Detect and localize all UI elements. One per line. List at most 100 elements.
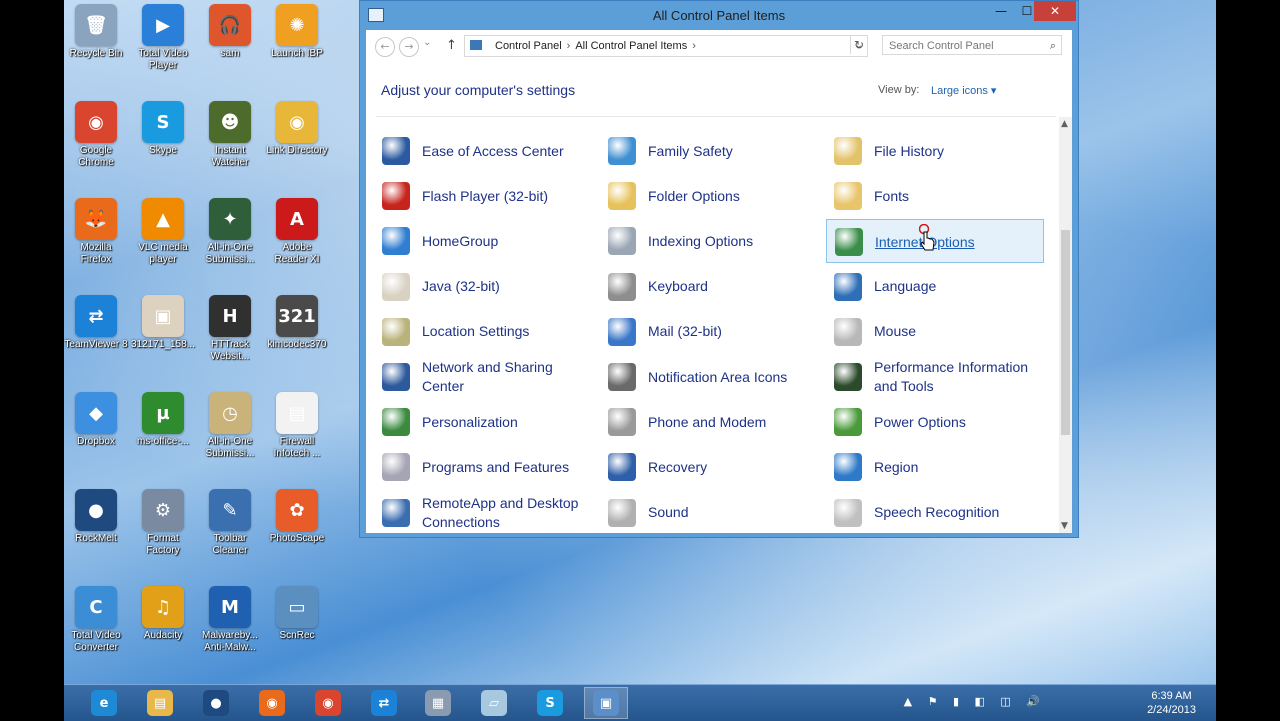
control-panel-item[interactable]: Programs and Features [374,445,592,489]
control-panel-item[interactable]: Network and Sharing Center [374,355,592,399]
clock[interactable]: 6:39 AM 2/24/2013 [1147,689,1196,717]
control-panel-item[interactable]: Power Options [826,400,1044,444]
desktop-icon[interactable]: ✦ All-in-One Submissi... [198,194,262,284]
desktop-icon[interactable]: A Adobe Reader XI [265,194,329,284]
control-panel-item[interactable]: Java (32-bit) [374,265,592,309]
desktop-icon[interactable]: 🦊 Mozilla Firefox [64,194,128,284]
folder-options-icon [608,182,636,211]
control-panel-item[interactable]: Mail (32-bit) [600,310,818,354]
control-panel-item[interactable]: Flash Player (32-bit) [374,174,592,218]
taskbar-skype-button[interactable]: S [528,687,572,719]
control-panel-item[interactable]: Region [826,445,1044,489]
desktop-icon[interactable]: ◷ All-in-One Submissi... [198,388,262,478]
system-tray-icons[interactable]: ▲ ⚑ ▮ ◧ ◫ 🔊 [904,695,1046,708]
taskbar-chrome-button[interactable]: ◉ [306,687,350,719]
taskbar-control-panel-button[interactable]: ▣ [584,687,628,719]
control-panel-item-label: Speech Recognition [874,504,1000,521]
desktop-icon[interactable]: ◉ Link Directory [265,97,329,187]
control-panel-item[interactable]: Location Settings [374,310,592,354]
control-panel-item[interactable]: Speech Recognition [826,491,1044,535]
desktop-icon[interactable]: 321 kimcodec370 [265,291,329,381]
control-panel-item[interactable]: Fonts [826,174,1044,218]
control-panel-item-label: Mail (32-bit) [648,323,722,340]
desktop-icon[interactable]: ☻ Instant Watcher [198,97,262,187]
scroll-up-icon[interactable]: ▲ [1061,119,1068,129]
desktop-icon[interactable]: ✎ Toolbar Cleaner [198,485,262,575]
desktop-icon[interactable]: ✺ Launch IBP [265,0,329,90]
desktop-icon[interactable]: M Malwareby... Anti-Malw... [198,582,262,672]
breadcrumb-separator[interactable]: › [567,40,571,52]
desktop-icon[interactable]: ✿ PhotoScape [265,485,329,575]
pdf-file-icon: ▤ [276,392,318,434]
minimize-button[interactable]: — [988,1,1014,21]
desktop-icon[interactable]: ● RockMelt [64,485,128,575]
desktop-icon[interactable]: S Skype [131,97,195,187]
desktop-icon[interactable]: ▤ Firewall Infotech ... [265,388,329,478]
taskbar-file-explorer-button[interactable]: ▤ [138,687,182,719]
network-sharing-icon [382,363,410,391]
refresh-button[interactable]: ↻ [850,36,867,54]
hand-cursor-icon [919,224,935,251]
control-panel-icon: ▣ [593,690,619,716]
control-panel-item[interactable]: Ease of Access Center [374,129,592,173]
desktop-icon[interactable]: ▭ ScnRec [265,582,329,672]
desktop-icon[interactable]: ◉ Google Chrome [64,97,128,187]
desktop-icon[interactable]: ⇄ TeamViewer 8 [64,291,128,381]
vertical-scrollbar[interactable]: ▲ ▼ [1059,117,1072,533]
desktop-icon[interactable]: C Total Video Converter [64,582,128,672]
title-bar[interactable]: All Control Panel Items — ☐ ✕ [360,1,1078,30]
desktop-icon[interactable]: 🗑 Recycle Bin [64,0,128,90]
control-panel-item[interactable]: Family Safety [600,129,818,173]
breadcrumb-all-items[interactable]: All Control Panel Items [575,40,687,52]
desktop-icon[interactable]: ▣ 312171_158... [131,291,195,381]
control-panel-item[interactable]: Keyboard [600,265,818,309]
search-input[interactable]: Search Control Panel ⌕ [882,35,1062,55]
java-icon [382,272,410,301]
control-panel-item[interactable]: Performance Information and Tools [826,355,1044,399]
control-panel-item[interactable]: Indexing Options [600,219,818,263]
control-panel-item[interactable]: Phone and Modem [600,400,818,444]
desktop-icon[interactable]: ◆ Dropbox [64,388,128,478]
control-panel-item[interactable]: Language [826,265,1044,309]
taskbar-firefox-button[interactable]: ◉ [250,687,294,719]
recent-locations-dropdown[interactable]: ⌄ [423,37,431,48]
desktop-icon-label: Instant Watcher [211,145,249,168]
desktop-icon-label: Dropbox [77,436,115,447]
back-button[interactable]: ← [375,37,395,57]
desktop-icon[interactable]: ▶ Total Video Player [131,0,195,90]
control-panel-item-label: Folder Options [648,187,740,204]
control-panel-item-label: Internet Options [875,233,975,250]
control-panel-item-label: Region [874,458,919,475]
forward-button[interactable]: → [399,37,419,57]
search-icon[interactable]: ⌕ [1050,36,1056,56]
desktop-icon[interactable]: µ ms-office-... [131,388,195,478]
up-button[interactable]: ↑ [446,38,457,53]
control-panel-item[interactable]: Mouse [826,310,1044,354]
desktop-icon[interactable]: ▲ VLC media player [131,194,195,284]
taskbar-teamviewer-button[interactable]: ⇄ [362,687,406,719]
taskbar-rockmelt-button[interactable]: ● [194,687,238,719]
control-panel-item-label: Fonts [874,187,910,204]
scrollbar-thumb[interactable] [1061,230,1070,435]
control-panel-item[interactable]: Sound [600,491,818,535]
control-panel-item[interactable]: RemoteApp and Desktop Connections [374,491,592,535]
scroll-down-icon[interactable]: ▼ [1061,521,1068,531]
control-panel-item[interactable]: Personalization [374,400,592,444]
control-panel-item[interactable]: Recovery [600,445,818,489]
close-button[interactable]: ✕ [1034,1,1076,21]
control-panel-item[interactable]: Notification Area Icons [600,355,818,399]
taskbar-calculator-button[interactable]: ▦ [416,687,460,719]
desktop-icon[interactable]: ⚙ Format Factory [131,485,195,575]
taskbar-internet-explorer-button[interactable]: e [82,687,126,719]
desktop-icon[interactable]: ♫ Audacity [131,582,195,672]
control-panel-item[interactable]: HomeGroup [374,219,592,263]
taskbar-notes-button[interactable]: ▱ [472,687,516,719]
breadcrumb-control-panel[interactable]: Control Panel [495,40,562,52]
control-panel-item[interactable]: Folder Options [600,174,818,218]
breadcrumb-separator[interactable]: › [692,40,696,52]
breadcrumb[interactable]: Control Panel › All Control Panel Items › ⌄ [464,35,868,57]
view-by-dropdown[interactable]: Large icons ▾ [931,84,996,97]
control-panel-item[interactable]: File History [826,129,1044,173]
desktop-icon[interactable]: 🎧 sam [198,0,262,90]
desktop-icon[interactable]: H HTTrack Websit... [198,291,262,381]
